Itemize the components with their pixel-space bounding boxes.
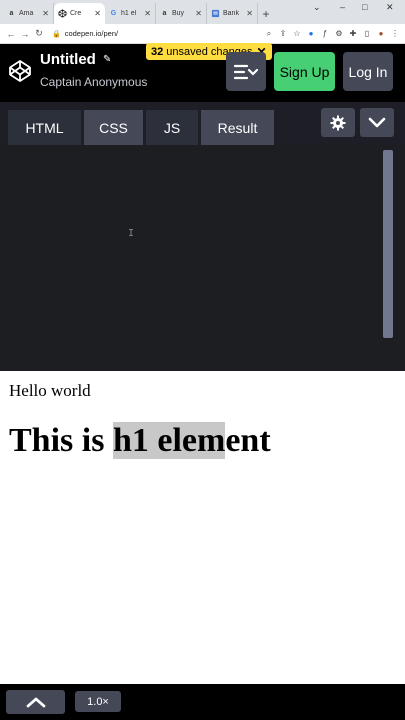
unsaved-count: 32 bbox=[151, 45, 164, 58]
tab-html[interactable]: HTML bbox=[8, 110, 81, 145]
url-text: codepen.io/pen/ bbox=[64, 29, 119, 38]
close-tab-icon[interactable]: ✕ bbox=[94, 9, 101, 18]
zoom-level-button[interactable]: 1.0× bbox=[75, 691, 121, 712]
new-tab-button[interactable]: + bbox=[258, 3, 274, 24]
gear-icon bbox=[330, 115, 346, 130]
maximize-icon[interactable]: □ bbox=[362, 2, 367, 12]
puzzle-icon[interactable]: ✚ bbox=[347, 29, 359, 38]
browser-tab-active[interactable]: Cre ✕ bbox=[54, 3, 105, 24]
extension-blue-icon[interactable]: ● bbox=[305, 29, 317, 38]
chevron-up-icon bbox=[26, 697, 45, 708]
codepen-icon bbox=[58, 9, 67, 18]
browser-tab[interactable]: a Ama ✕ bbox=[3, 3, 54, 24]
tab-title: h1 el bbox=[121, 10, 137, 17]
share-icon[interactable]: ⇪ bbox=[277, 29, 289, 38]
chevron-down-icon bbox=[368, 117, 386, 127]
doc-icon bbox=[211, 9, 220, 18]
profile-avatar[interactable]: ● bbox=[375, 29, 387, 38]
tab-search-icon[interactable]: ⌄ bbox=[313, 2, 321, 13]
tab-css[interactable]: CSS bbox=[84, 110, 143, 145]
google-icon: G bbox=[110, 10, 117, 17]
amazon-icon: a bbox=[9, 10, 14, 17]
address-bar: ← → ↻ 🔒 codepen.io/pen/ ⌕ ⇪ ☆ ● ƒ ⚙ ✚ ▯ … bbox=[0, 24, 405, 44]
tab-title: Cre bbox=[70, 10, 82, 17]
close-tab-icon[interactable]: ✕ bbox=[195, 9, 202, 18]
tab-title: Bank bbox=[223, 10, 239, 17]
sign-up-button[interactable]: Sign Up bbox=[274, 52, 335, 91]
lock-icon: 🔒 bbox=[52, 30, 61, 38]
reload-icon[interactable]: ↻ bbox=[32, 28, 46, 39]
browser-tab[interactable]: Bank ✕ bbox=[207, 3, 258, 24]
text-cursor-icon: I bbox=[128, 228, 135, 239]
forward-icon[interactable]: → bbox=[18, 29, 32, 39]
close-tab-icon[interactable]: ✕ bbox=[144, 9, 151, 18]
sidepanel-icon[interactable]: ▯ bbox=[361, 29, 373, 38]
url-field[interactable]: 🔒 codepen.io/pen/ bbox=[52, 26, 261, 42]
heading-text: This is bbox=[9, 422, 113, 459]
bookmark-star-icon[interactable]: ☆ bbox=[291, 29, 303, 38]
settings-button[interactable] bbox=[321, 108, 355, 137]
browser-tab[interactable]: a Buy ✕ bbox=[156, 3, 207, 24]
change-layout-button[interactable] bbox=[226, 52, 266, 91]
back-icon[interactable]: ← bbox=[4, 29, 18, 39]
zoom-icon[interactable]: ⌕ bbox=[263, 29, 275, 39]
editor-scrollbar[interactable] bbox=[383, 150, 393, 338]
browser-tabstrip: a Ama ✕ Cre ✕ G h1 el ✕ a Buy ✕ Bank ✕ +… bbox=[0, 0, 405, 24]
selected-text: h1 elem bbox=[112, 422, 226, 459]
tab-title: Buy bbox=[172, 10, 185, 17]
browser-tab[interactable]: G h1 el ✕ bbox=[105, 3, 156, 24]
css-editor[interactable] bbox=[0, 145, 405, 371]
tab-result[interactable]: Result bbox=[201, 110, 274, 145]
author-name[interactable]: Captain Anonymous bbox=[40, 75, 147, 89]
amazon-icon: a bbox=[162, 10, 167, 17]
extension-icon[interactable]: ⚙ bbox=[333, 29, 345, 38]
heading-text: ent bbox=[225, 422, 271, 459]
extension-f-icon[interactable]: ƒ bbox=[319, 29, 331, 38]
close-window-icon[interactable]: ✕ bbox=[386, 2, 394, 13]
result-paragraph: Hello world bbox=[9, 381, 91, 400]
editor-dropdown-button[interactable] bbox=[360, 108, 394, 137]
minimize-icon[interactable]: – bbox=[340, 2, 345, 12]
tab-title: Ama bbox=[19, 10, 34, 17]
menu-icon[interactable]: ⋮ bbox=[389, 29, 401, 38]
close-tab-icon[interactable]: ✕ bbox=[42, 9, 49, 18]
result-heading: This is h1 element bbox=[9, 422, 271, 460]
pencil-icon[interactable]: ✎ bbox=[103, 54, 111, 65]
expand-console-button[interactable] bbox=[6, 690, 65, 714]
pen-title[interactable]: Untitled bbox=[40, 51, 96, 68]
layout-icon bbox=[233, 64, 259, 79]
close-tab-icon[interactable]: ✕ bbox=[246, 9, 253, 18]
log-in-button[interactable]: Log In bbox=[343, 52, 393, 91]
codepen-logo-icon[interactable] bbox=[8, 59, 32, 83]
result-preview[interactable] bbox=[0, 371, 405, 684]
tab-js[interactable]: JS bbox=[146, 110, 198, 145]
